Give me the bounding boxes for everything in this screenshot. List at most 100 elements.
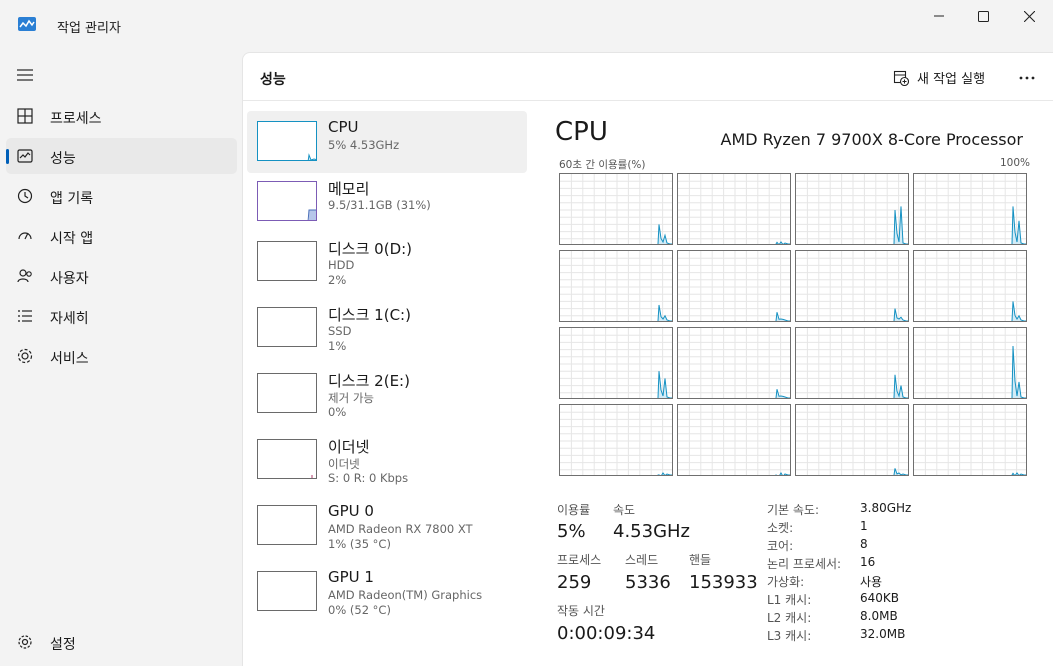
spec-label: 소켓: <box>767 521 794 535</box>
resource-detail: 제거 가능 <box>328 391 374 405</box>
logical-processor-graphs <box>559 173 1028 476</box>
title-bar: 작업 관리자 <box>0 0 1053 50</box>
logical-processor-graph <box>559 173 673 245</box>
sidebar-item-label: 설정 <box>50 637 76 653</box>
resource-name: 이더넷 <box>328 438 370 456</box>
logical-processor-graph <box>677 250 791 322</box>
ethernet-thumbnail-graph <box>257 439 317 479</box>
processes-value: 259 <box>557 572 592 593</box>
gpu1-thumbnail-graph <box>257 571 317 611</box>
hamburger-menu-icon[interactable] <box>16 68 34 82</box>
run-task-label: 새 작업 실행 <box>917 72 986 87</box>
resource-detail: SSD <box>328 324 352 338</box>
spec-label: 논리 프로세서: <box>767 557 842 571</box>
resource-item-memory[interactable]: 메모리 9.5/31.1GB (31%) <box>247 171 527 233</box>
spec-value: 8 <box>860 537 868 551</box>
handles-label: 핸들 <box>689 553 712 567</box>
gpu0-thumbnail-graph <box>257 505 317 545</box>
more-options-icon[interactable] <box>1016 67 1038 89</box>
logical-processor-graph <box>795 173 909 245</box>
logical-processor-graph <box>559 404 673 476</box>
resource-name: GPU 0 <box>328 502 374 520</box>
logical-processor-graph <box>913 327 1027 399</box>
resource-item-ethernet[interactable]: 이더넷 이더넷 S: 0 R: 0 Kbps <box>247 429 527 491</box>
graph-caption: 60초 간 이용률(%) <box>559 159 646 171</box>
main-panel: 성능 새 작업 실행 CPU 5% 4.53GHz 메모리 9.5/31.1GB… <box>242 52 1053 666</box>
performance-icon <box>17 149 33 163</box>
active-indicator <box>6 149 9 164</box>
cpu-thumbnail-graph <box>257 121 317 161</box>
spec-value: 16 <box>860 555 876 569</box>
sidebar-item-label: 시작 앱 <box>50 231 94 247</box>
resource-name: 디스크 0(D:) <box>328 240 413 258</box>
speed-value: 4.53GHz <box>613 521 691 542</box>
sidebar-item-label: 사용자 <box>50 271 89 287</box>
resource-detail: HDD <box>328 258 355 272</box>
main-header: 성능 새 작업 실행 <box>243 53 1053 101</box>
utilization-value: 5% <box>557 521 586 542</box>
sidebar-item-processes[interactable]: 프로세스 <box>6 98 237 134</box>
sidebar-item-label: 앱 기록 <box>50 191 94 207</box>
app-history-icon <box>17 188 33 204</box>
spec-value: 32.0MB <box>860 627 906 641</box>
spec-label: L2 캐시: <box>767 611 812 625</box>
spec-label: 코어: <box>767 539 794 553</box>
users-icon <box>17 269 32 283</box>
resource-item-disk-0[interactable]: 디스크 0(D:) HDD 2% <box>247 231 527 293</box>
spec-label: L3 캐시: <box>767 629 812 643</box>
resource-detail: 9.5/31.1GB (31%) <box>328 198 431 212</box>
resource-detail: 0% (52 °C) <box>328 603 391 617</box>
startup-apps-icon <box>18 232 32 240</box>
resource-name: CPU <box>328 118 359 136</box>
disk2-thumbnail-graph <box>257 373 317 413</box>
resource-detail: AMD Radeon(TM) Graphics <box>328 588 483 602</box>
maximize-button[interactable] <box>960 0 1006 32</box>
sidebar-item-app-history[interactable]: 앱 기록 <box>6 178 237 214</box>
spec-label: 기본 속도: <box>767 503 820 517</box>
sidebar-item-settings[interactable]: 설정 <box>6 624 237 660</box>
sidebar-item-details[interactable]: 자세히 <box>6 298 237 334</box>
page-title: 성능 <box>260 72 286 88</box>
sidebar: 프로세스 성능 앱 기록 시작 앱 사용자 자세히 서비스 설정 <box>0 50 242 666</box>
sidebar-item-services[interactable]: 서비스 <box>6 338 237 374</box>
run-new-task-button[interactable]: 새 작업 실행 <box>893 68 985 87</box>
disk0-thumbnail-graph <box>257 241 317 281</box>
sidebar-item-label: 성능 <box>50 151 76 167</box>
logical-processor-graph <box>677 173 791 245</box>
speed-label: 속도 <box>613 503 636 517</box>
window-title: 작업 관리자 <box>57 21 121 36</box>
sidebar-item-label: 서비스 <box>50 351 89 367</box>
resource-detail: AMD Radeon RX 7800 XT <box>328 522 473 536</box>
threads-value: 5336 <box>625 572 671 593</box>
cpu-model-name: AMD Ryzen 7 9700X 8-Core Processor <box>720 130 1024 149</box>
processes-label: 프로세스 <box>557 553 602 567</box>
sidebar-item-startup-apps[interactable]: 시작 앱 <box>6 218 237 254</box>
handles-value: 153933 <box>689 572 758 593</box>
graph-max-label: 100% <box>1000 157 1031 169</box>
resource-item-disk-1[interactable]: 디스크 1(C:) SSD 1% <box>247 297 527 359</box>
resource-item-gpu-0[interactable]: GPU 0 AMD Radeon RX 7800 XT 1% (35 °C) <box>247 495 527 557</box>
resource-item-cpu[interactable]: CPU 5% 4.53GHz <box>247 111 527 173</box>
sidebar-item-label: 프로세스 <box>50 111 102 127</box>
resource-detail: 0% <box>328 405 347 419</box>
gear-icon <box>18 635 32 649</box>
spec-value: 8.0MB <box>860 609 898 623</box>
spec-label: 가상화: <box>767 575 805 589</box>
resource-detail: 1% (35 °C) <box>328 537 391 551</box>
resource-item-disk-2[interactable]: 디스크 2(E:) 제거 가능 0% <box>247 363 527 425</box>
logical-processor-graph <box>795 404 909 476</box>
detail-title: CPU <box>555 117 608 147</box>
sidebar-item-users[interactable]: 사용자 <box>6 258 237 294</box>
close-button[interactable] <box>1006 0 1052 32</box>
resource-detail: 2% <box>328 273 347 287</box>
memory-thumbnail-graph <box>257 181 317 221</box>
logical-processor-graph <box>559 250 673 322</box>
uptime-label: 작동 시간 <box>557 604 605 618</box>
logical-processor-graph <box>677 404 791 476</box>
sidebar-item-performance[interactable]: 성능 <box>6 138 237 174</box>
services-icon <box>17 348 33 364</box>
sidebar-item-label: 자세히 <box>50 311 89 327</box>
resource-item-gpu-1[interactable]: GPU 1 AMD Radeon(TM) Graphics 0% (52 °C) <box>247 561 527 623</box>
uptime-value: 0:00:09:34 <box>557 623 656 644</box>
minimize-button[interactable] <box>916 0 962 32</box>
